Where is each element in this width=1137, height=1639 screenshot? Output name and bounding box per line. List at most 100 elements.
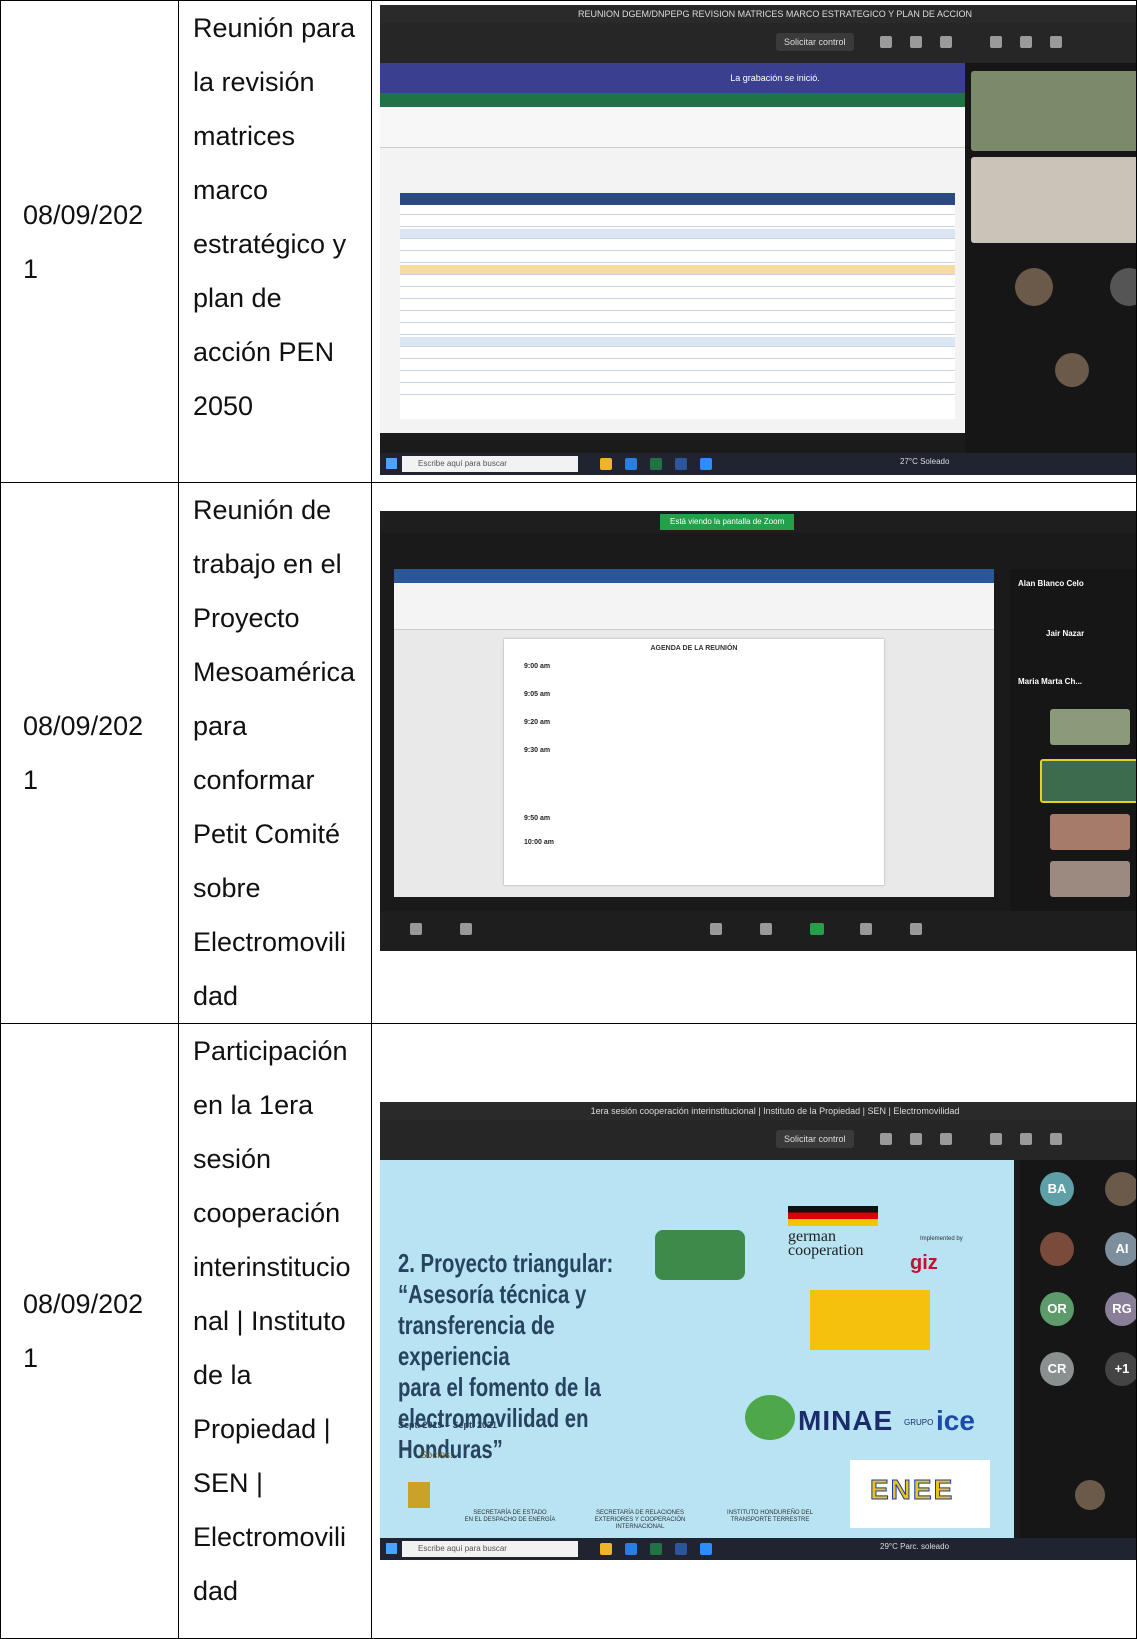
electric-vehicle-icon [655, 1230, 745, 1280]
mic-icon[interactable] [1020, 36, 1032, 48]
activity-text: Reunión de trabajo en el Proyecto Mesoam… [193, 495, 356, 1011]
avatar [1055, 353, 1089, 387]
hands-logo-icon [745, 1395, 795, 1440]
folder-icon[interactable] [600, 458, 612, 470]
chat-icon[interactable] [940, 1133, 952, 1145]
avatar [1040, 1232, 1074, 1266]
avatar [1105, 1172, 1136, 1206]
taskbar-search[interactable]: Escribe aquí para buscar [402, 1541, 578, 1557]
share-icon[interactable] [1050, 36, 1062, 48]
avatar: AI [1105, 1232, 1136, 1266]
chat-icon[interactable] [940, 36, 952, 48]
share-screen-icon[interactable] [810, 923, 824, 935]
view-icon[interactable] [880, 36, 892, 48]
german-flag-icon [788, 1206, 878, 1226]
screenshot-cell: Está viendo la pantalla de Zoom AGENDA D… [371, 482, 1137, 1024]
participant-video [1050, 814, 1130, 850]
sharing-indicator[interactable]: Está viendo la pantalla de Zoom [660, 514, 795, 530]
participant-gallery: Alan Blanco Celo Jair Nazar Maria Marta … [1010, 569, 1136, 911]
activity-cell: Reunión de trabajo en el Proyecto Mesoam… [178, 482, 372, 1024]
foreign-ministry-logo [810, 1290, 930, 1350]
request-control-button[interactable]: Solicitar control [776, 1130, 854, 1148]
browser-icon[interactable] [625, 1543, 637, 1555]
minae-logo: MINAE [798, 1405, 894, 1436]
video-icon[interactable] [460, 923, 472, 935]
windows-taskbar: Escribe aquí para buscar 27°C Soleado [380, 453, 1136, 475]
slide-title: 2. Proyecto triangular: “Asesoría técnic… [398, 1248, 614, 1464]
word-icon[interactable] [675, 1543, 687, 1555]
activity-text: Participación en la 1era sesión cooperac… [193, 1036, 351, 1606]
folder-icon[interactable] [600, 1543, 612, 1555]
window-title: REUNION DGEM/DNPEPG REVISION MATRICES MA… [380, 5, 1136, 23]
record-icon[interactable] [860, 923, 872, 935]
avatar [1075, 1480, 1105, 1510]
activity-cell: Participación en la 1era sesión cooperac… [178, 1023, 372, 1639]
meeting-screenshot: REUNION DGEM/DNPEPG REVISION MATRICES MA… [380, 5, 1136, 475]
partner-logo: SECRETARÍA DE RELACIONES EXTERIORES Y CO… [594, 1510, 686, 1530]
avatar: +1 [1105, 1352, 1136, 1386]
document-page: AGENDA DE LA REUNIÓN 9:00 am 9:05 am 9:2… [504, 639, 884, 885]
participant-name: Alan Blanco Celo [1018, 579, 1084, 588]
zoom-icon[interactable] [700, 458, 712, 470]
enee-logo: ENEE [850, 1460, 990, 1528]
ice-logo: ice [936, 1405, 975, 1436]
mic-icon[interactable] [410, 923, 422, 935]
date-text: 08/09/202 1 [23, 711, 144, 795]
slide-dates: Sept. 2019 – Sept. 2021 [398, 1420, 498, 1430]
agenda-time: 9:30 am [524, 747, 551, 754]
mic-icon[interactable] [1020, 1133, 1032, 1145]
windows-logo-icon[interactable] [386, 458, 397, 469]
weather-text: 27°C Soleado [900, 457, 950, 466]
date-text: 08/09/202 1 [23, 199, 144, 284]
grupo-label: GRUPO [904, 1418, 934, 1427]
participant-gallery: BA AI OR RG CR +1 [1020, 1160, 1136, 1538]
request-control-button[interactable]: Solicitar control [776, 33, 854, 51]
participants-icon[interactable] [710, 923, 722, 935]
recording-notice: La grabación se inició. [730, 73, 820, 83]
agenda-time: 9:50 am [524, 815, 551, 822]
taskbar-search[interactable]: Escribe aquí para buscar [402, 456, 578, 472]
agenda-title: AGENDA DE LA REUNIÓN [650, 645, 738, 652]
participant-name: Maria Marta Ch... [1018, 677, 1083, 686]
reactions-icon[interactable] [910, 923, 922, 935]
avatar: OR [1040, 1292, 1074, 1326]
annotate-icon[interactable] [910, 1133, 922, 1145]
view-icon[interactable] [880, 1133, 892, 1145]
participant-gallery [965, 63, 1136, 453]
word-ribbon [394, 583, 994, 630]
window-title: 1era sesión cooperación interinstitucion… [380, 1102, 1136, 1120]
weather-text: 29°C Parc. soleado [880, 1542, 950, 1551]
zoom-toolbar: Solicitar control [380, 1120, 1136, 1160]
agenda-time: 9:00 am [524, 663, 551, 670]
browser-icon[interactable] [625, 458, 637, 470]
annotate-icon[interactable] [910, 36, 922, 48]
zoom-icon[interactable] [700, 1543, 712, 1555]
participant-video [971, 71, 1136, 151]
share-icon[interactable] [1050, 1133, 1062, 1145]
screenshot-cell: 1era sesión cooperación interinstitucion… [371, 1023, 1137, 1639]
table-row: 08/09/202 1 Reunión de trabajo en el Pro… [0, 482, 1137, 1024]
excel-ribbon [380, 107, 965, 148]
avatar: CR [1040, 1352, 1074, 1386]
implemented-by-label: Implemented by [920, 1236, 963, 1242]
table-row: 08/09/202 1 Participación en la 1era ses… [0, 1023, 1137, 1639]
slide-socios-label: Socios: [420, 1450, 453, 1461]
table-row: 08/09/202 1 Reunión para la revisión mat… [0, 0, 1137, 483]
presentation-slide: 2. Proyecto triangular: “Asesoría técnic… [380, 1160, 1014, 1538]
video-icon[interactable] [990, 1133, 1002, 1145]
participant-video [1050, 709, 1130, 745]
windows-logo-icon[interactable] [386, 1543, 397, 1554]
chat-icon[interactable] [760, 923, 772, 935]
partner-logo: INSTITUTO HONDUREÑO DEL TRANSPORTE TERRE… [727, 1510, 813, 1523]
sheet-body [400, 205, 955, 419]
excel-icon[interactable] [650, 1543, 662, 1555]
avatar: RG [1105, 1292, 1136, 1326]
video-icon[interactable] [990, 36, 1002, 48]
activity-text: Reunión para la revisión matrices marco … [193, 13, 356, 421]
windows-taskbar: Escribe aquí para buscar 29°C Parc. sole… [380, 1538, 1136, 1560]
excel-icon[interactable] [650, 458, 662, 470]
date-text: 08/09/202 1 [23, 1289, 144, 1373]
zoom-toolbar: Solicitar control [380, 23, 1136, 63]
meeting-screenshot: Está viendo la pantalla de Zoom AGENDA D… [380, 511, 1136, 951]
word-icon[interactable] [675, 458, 687, 470]
